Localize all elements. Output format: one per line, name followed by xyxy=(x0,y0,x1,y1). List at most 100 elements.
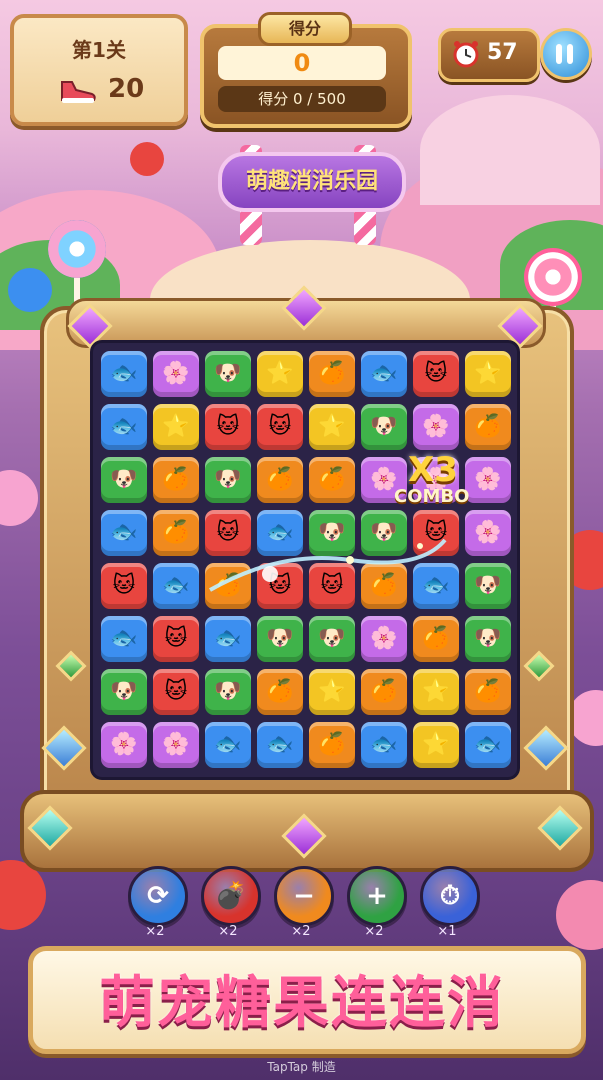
tile-dog[interactable]: 🐶 xyxy=(205,669,251,715)
flower-icon: 🌸 xyxy=(422,414,450,439)
tile-flower[interactable]: 🌸 xyxy=(153,722,199,768)
tile-orange[interactable]: 🍊 xyxy=(465,404,511,450)
cat-icon: 🐱 xyxy=(164,679,188,704)
tile-orange[interactable]: 🍊 xyxy=(153,457,199,503)
tool-count: ×2 xyxy=(291,924,311,939)
tile-cat[interactable]: 🐱 xyxy=(153,616,199,662)
tile-fish[interactable]: 🐟 xyxy=(205,616,251,662)
orange-icon: 🍊 xyxy=(318,732,346,757)
tile-star[interactable]: ⭐ xyxy=(309,404,355,450)
combo-label: COMBO xyxy=(394,486,470,507)
tile-star[interactable]: ⭐ xyxy=(309,669,355,715)
orange-icon: 🍊 xyxy=(318,467,346,492)
cat-icon: 🐱 xyxy=(112,573,136,598)
fish-icon: 🐟 xyxy=(110,626,138,651)
tool-count: ×1 xyxy=(437,924,457,939)
tile-cat[interactable]: 🐱 xyxy=(101,563,147,609)
timer: 57 xyxy=(438,28,540,82)
tile-star[interactable]: ⭐ xyxy=(153,404,199,450)
flower-icon: 🌸 xyxy=(110,732,138,757)
score-goal: 得分 0 / 500 xyxy=(218,86,386,112)
refresh-icon: ⟳ xyxy=(147,881,169,911)
background-hill xyxy=(420,95,600,205)
tile-flower[interactable]: 🌸 xyxy=(361,616,407,662)
tile-orange[interactable]: 🍊 xyxy=(309,722,355,768)
fish-icon: 🐟 xyxy=(162,573,190,598)
cat-icon: 🐱 xyxy=(216,414,240,439)
tile-dog[interactable]: 🐶 xyxy=(465,616,511,662)
pause-button[interactable] xyxy=(540,28,592,80)
level-scroll: 第1关 20 xyxy=(10,14,188,126)
dog-icon: 🐶 xyxy=(214,467,242,492)
tile-fish[interactable]: 🐟 xyxy=(153,563,199,609)
tile-cat[interactable]: 🐱 xyxy=(257,404,303,450)
flower-icon: 🌸 xyxy=(474,520,502,545)
tile-fish[interactable]: 🐟 xyxy=(101,510,147,556)
flower-icon: 🌸 xyxy=(474,467,502,492)
fish-icon: 🐟 xyxy=(110,414,138,439)
flower-icon: 🌸 xyxy=(370,626,398,651)
fish-icon: 🐟 xyxy=(474,732,502,757)
tile-cat[interactable]: 🐱 xyxy=(413,351,459,397)
tile-orange[interactable]: 🍊 xyxy=(361,669,407,715)
tile-flower[interactable]: 🌸 xyxy=(465,510,511,556)
tile-orange[interactable]: 🍊 xyxy=(413,616,459,662)
tile-dog[interactable]: 🐶 xyxy=(205,351,251,397)
dog-icon: 🐶 xyxy=(474,573,502,598)
orange-icon: 🍊 xyxy=(422,626,450,651)
score-value: 0 xyxy=(218,46,386,80)
timer-value: 57 xyxy=(487,40,518,65)
orange-icon: 🍊 xyxy=(266,467,294,492)
dog-icon: 🐶 xyxy=(110,467,138,492)
tile-fish[interactable]: 🐟 xyxy=(257,722,303,768)
tile-flower[interactable]: 🌸 xyxy=(465,457,511,503)
tile-dog[interactable]: 🐶 xyxy=(101,457,147,503)
tile-flower[interactable]: 🌸 xyxy=(413,404,459,450)
star-icon: ⭐ xyxy=(266,361,294,386)
tile-dog[interactable]: 🐶 xyxy=(101,669,147,715)
orange-icon: 🍊 xyxy=(474,679,502,704)
tile-orange[interactable]: 🍊 xyxy=(257,457,303,503)
stopwatch-tool-button[interactable]: ⏱ xyxy=(420,866,480,926)
tile-dog[interactable]: 🐶 xyxy=(361,404,407,450)
refresh-tool-button[interactable]: ⟳ xyxy=(128,866,188,926)
tile-star[interactable]: ⭐ xyxy=(413,669,459,715)
tile-flower[interactable]: 🌸 xyxy=(101,722,147,768)
bomb-tool-button[interactable]: 💣 xyxy=(201,866,261,926)
cherry xyxy=(130,142,164,176)
tile-dog[interactable]: 🐶 xyxy=(309,616,355,662)
tile-cat[interactable]: 🐱 xyxy=(205,404,251,450)
orange-icon: 🍊 xyxy=(318,361,346,386)
tile-dog[interactable]: 🐶 xyxy=(465,563,511,609)
tile-fish[interactable]: 🐟 xyxy=(361,722,407,768)
tile-orange[interactable]: 🍊 xyxy=(153,510,199,556)
orange-icon: 🍊 xyxy=(370,679,398,704)
dog-icon: 🐶 xyxy=(214,361,242,386)
tile-dog[interactable]: 🐶 xyxy=(205,457,251,503)
orange-icon: 🍊 xyxy=(162,520,190,545)
score-title: 得分 xyxy=(258,12,352,46)
pause-icon xyxy=(556,44,562,64)
tile-orange[interactable]: 🍊 xyxy=(257,669,303,715)
tile-cat[interactable]: 🐱 xyxy=(153,669,199,715)
minus-tool-button[interactable]: − xyxy=(274,866,334,926)
fish-icon: 🐟 xyxy=(266,732,294,757)
dog-icon: 🐶 xyxy=(370,414,398,439)
tile-fish[interactable]: 🐟 xyxy=(101,616,147,662)
tile-orange[interactable]: 🍊 xyxy=(309,351,355,397)
fish-icon: 🐟 xyxy=(110,520,138,545)
tile-orange[interactable]: 🍊 xyxy=(465,669,511,715)
tile-fish[interactable]: 🐟 xyxy=(101,351,147,397)
tile-dog[interactable]: 🐶 xyxy=(257,616,303,662)
tile-fish[interactable]: 🐟 xyxy=(101,404,147,450)
tile-star[interactable]: ⭐ xyxy=(413,722,459,768)
plus-tool-button[interactable]: + xyxy=(347,866,407,926)
tile-fish[interactable]: 🐟 xyxy=(465,722,511,768)
tile-flower[interactable]: 🌸 xyxy=(153,351,199,397)
star-icon: ⭐ xyxy=(162,414,190,439)
tile-orange[interactable]: 🍊 xyxy=(309,457,355,503)
tile-fish[interactable]: 🐟 xyxy=(361,351,407,397)
tile-fish[interactable]: 🐟 xyxy=(205,722,251,768)
tile-star[interactable]: ⭐ xyxy=(465,351,511,397)
tile-star[interactable]: ⭐ xyxy=(257,351,303,397)
